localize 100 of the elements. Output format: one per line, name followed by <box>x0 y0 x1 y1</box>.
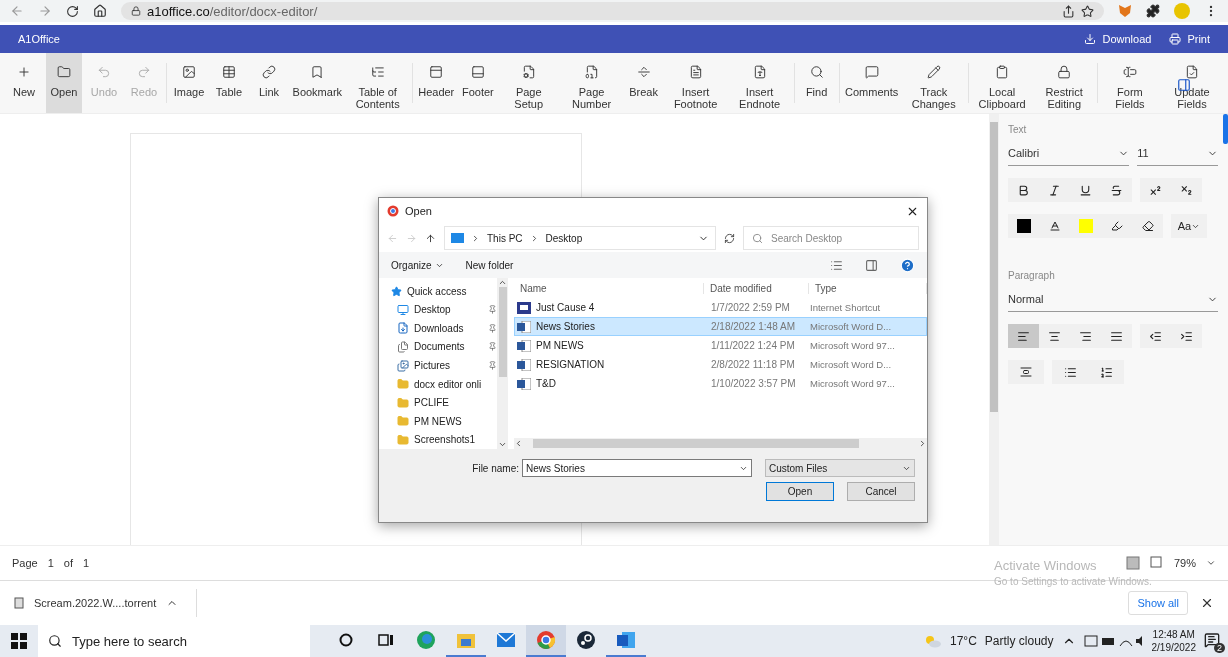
search-field[interactable]: Search Desktop <box>743 226 919 250</box>
font-select[interactable]: Calibri <box>1008 141 1130 166</box>
cancel-button[interactable]: Cancel <box>847 482 915 501</box>
toolbar-button[interactable]: Page Number <box>561 53 622 113</box>
new-folder-button[interactable]: New folder <box>465 259 514 271</box>
scroll-right-icon <box>918 439 927 448</box>
nav-item[interactable]: PCLIFE <box>391 393 497 412</box>
steam-icon[interactable] <box>576 630 596 650</box>
column-header[interactable]: Date modified <box>704 282 809 294</box>
line-spacing-icon <box>1020 366 1032 378</box>
activation-title: Activate Windows <box>994 558 1097 573</box>
breadcrumb[interactable]: This PC <box>487 232 523 244</box>
strikethrough-icon <box>1110 183 1123 197</box>
download-item[interactable]: Scream.2022.W....torrent <box>34 597 157 609</box>
file-row[interactable]: Just Cause 4 1/7/2022 2:59 PM Internet Shortcut <box>514 298 927 317</box>
color-swatch <box>1016 219 1031 233</box>
file-type-select[interactable]: Custom Files <box>765 459 915 477</box>
home-icon[interactable] <box>93 4 107 18</box>
preview-pane-icon[interactable] <box>865 258 878 272</box>
download-link[interactable]: Download <box>1084 33 1152 45</box>
nav-item[interactable]: Desktop <box>391 300 497 320</box>
toolbar-button[interactable]: Header <box>416 53 456 113</box>
share-icon[interactable] <box>1062 4 1075 18</box>
eraser-icon <box>1141 220 1154 232</box>
help-icon[interactable] <box>900 257 915 273</box>
toolbar-button[interactable]: Footer <box>459 53 496 113</box>
toolbar-button[interactable]: Find <box>798 53 835 113</box>
file-name: News Stories <box>536 321 595 332</box>
column-header[interactable]: Type <box>809 282 927 294</box>
nav-item[interactable]: Quick access <box>391 282 497 301</box>
toolbar-button[interactable]: Update Fields <box>1162 53 1222 113</box>
toolbar-button[interactable]: Comments <box>843 53 900 113</box>
up-icon[interactable] <box>425 232 436 244</box>
toolbar-button[interactable]: Image <box>170 53 207 113</box>
pictures-icon <box>397 359 409 372</box>
word-icon[interactable] <box>616 631 636 649</box>
folder-icon[interactable] <box>456 631 476 649</box>
breadcrumb[interactable]: Desktop <box>545 232 583 244</box>
circle-icon[interactable] <box>339 633 353 647</box>
toolbar-button[interactable]: Table <box>210 53 247 113</box>
toolbar-button[interactable]: Table of Contents <box>347 53 408 113</box>
toolbar-button[interactable]: Insert Footnote <box>665 53 726 113</box>
file-row[interactable]: PM NEWS 1/11/2022 1:24 PM Microsoft Word 97... <box>514 336 927 355</box>
toolbar-button[interactable]: Insert Endnote <box>729 53 790 113</box>
browser-icon[interactable] <box>416 630 436 650</box>
search-icon <box>752 232 763 244</box>
scrollbar[interactable] <box>514 438 927 449</box>
nav-item[interactable]: Downloads <box>391 319 497 338</box>
superscript-icon <box>1149 183 1162 197</box>
toolbar-button[interactable]: Form Fields <box>1101 53 1158 113</box>
toolbar-button[interactable]: Bookmark <box>290 53 344 113</box>
nav-item[interactable]: Screenshots1 <box>391 430 497 449</box>
file-row[interactable]: RESIGNATION 2/8/2022 11:18 PM Microsoft Word D... <box>514 355 927 374</box>
path-bar[interactable]: This PC Desktop <box>444 226 716 250</box>
page-view-icon[interactable] <box>1125 556 1140 570</box>
file-type: Microsoft Word D... <box>810 359 893 370</box>
toolbar-button[interactable]: New <box>6 53 42 113</box>
column-header[interactable]: Name <box>514 282 704 294</box>
paragraph-style-select[interactable]: Normal <box>1008 287 1218 312</box>
file-row[interactable]: T&D 1/10/2022 3:57 PM Microsoft Word 97... <box>514 374 927 393</box>
open-button[interactable]: Open <box>766 482 834 501</box>
toolbar-button[interactable]: Page Setup <box>499 53 558 113</box>
close-icon[interactable] <box>1200 596 1214 610</box>
zoom-select[interactable]: 79% <box>1173 557 1196 569</box>
toolbar-button[interactable]: Break <box>625 53 662 113</box>
show-all-button[interactable]: Show all <box>1128 591 1188 615</box>
panel-tab[interactable] <box>1223 114 1228 144</box>
organize-button[interactable]: Organize <box>391 259 444 271</box>
task-view-icon[interactable] <box>378 633 394 647</box>
taskbar-search-field[interactable]: Type here to search <box>38 625 310 657</box>
scrollbar[interactable] <box>497 278 508 449</box>
toolbar-button[interactable]: Open <box>46 53 82 113</box>
puzzle-icon[interactable] <box>1146 4 1160 18</box>
print-link[interactable]: Print <box>1169 33 1210 45</box>
tray-icons-drawing[interactable] <box>1083 634 1144 648</box>
toolbar-button[interactable]: Track Changes <box>903 53 964 113</box>
windows-icon[interactable] <box>11 633 27 649</box>
justify-icon <box>1110 329 1123 343</box>
toolbar-button[interactable]: Local Clipboard <box>972 53 1032 113</box>
mail-icon[interactable] <box>496 632 516 648</box>
size-select[interactable]: 11 <box>1137 141 1218 166</box>
address-bar[interactable]: a1office.co/editor/docx-editor/ <box>121 2 1104 20</box>
undo-icon <box>97 65 111 79</box>
nav-item[interactable]: PM NEWS <box>391 411 497 431</box>
view-icon[interactable] <box>830 258 843 272</box>
chrome-icon[interactable] <box>536 630 556 650</box>
nav-item[interactable]: docx editor onli <box>391 374 497 394</box>
file-name-field[interactable]: News Stories <box>522 459 752 477</box>
refresh-icon[interactable] <box>724 232 735 244</box>
file-type: Microsoft Word 97... <box>810 340 896 351</box>
toolbar-button[interactable]: Restrict Editing <box>1035 53 1093 113</box>
scrollbar[interactable] <box>989 114 999 545</box>
fox-icon[interactable] <box>1118 4 1132 18</box>
toolbar-button[interactable]: Link <box>250 53 287 113</box>
align-button[interactable] <box>1008 324 1039 348</box>
file-row[interactable]: News Stories 2/18/2022 1:48 AM Microsoft Word D... <box>514 317 927 336</box>
nav-item[interactable]: Pictures <box>391 356 497 375</box>
star-icon[interactable] <box>1081 4 1094 18</box>
reload-icon[interactable] <box>66 4 79 18</box>
nav-item[interactable]: Documents <box>391 337 497 357</box>
